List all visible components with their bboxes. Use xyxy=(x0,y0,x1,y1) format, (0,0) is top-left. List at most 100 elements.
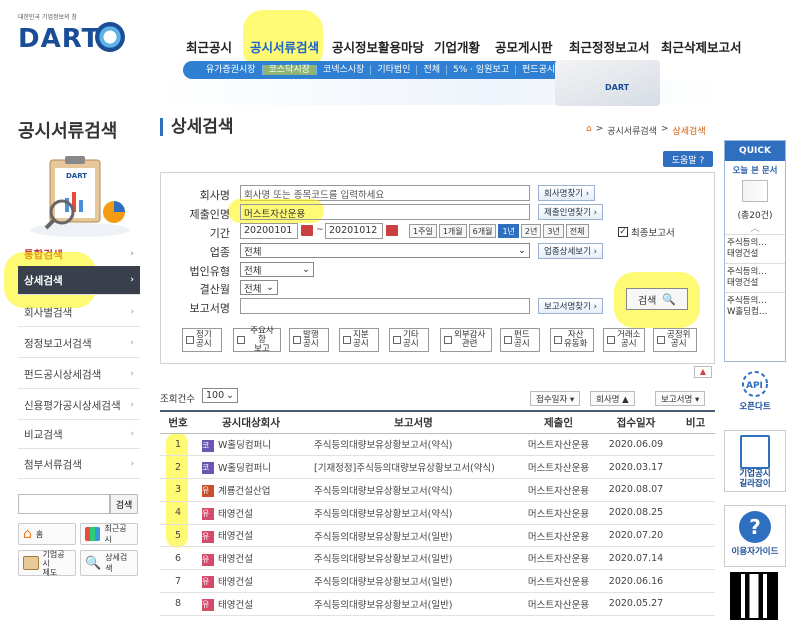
open-dart-link[interactable]: API 오픈다트 xyxy=(724,368,786,422)
period-3year-button[interactable]: 3년 xyxy=(543,224,564,238)
calendar-icon[interactable] xyxy=(301,225,313,236)
fiscal-month-select[interactable]: 전체 ⌄ xyxy=(240,280,278,295)
report-link[interactable]: 주식등의대량보유상황보고서(약식) xyxy=(306,433,521,457)
sidebar-search-button[interactable]: 검색 xyxy=(110,494,138,514)
report-link[interactable]: 주식등의대량보유상황보고서(일반) xyxy=(306,546,521,571)
period-1week-button[interactable]: 1주일 xyxy=(409,224,437,238)
sort-by-company-button[interactable]: 회사명 ▲ xyxy=(590,391,635,406)
category-equity[interactable]: 지분 공시 xyxy=(339,328,379,352)
company-find-button[interactable]: 회사명찾기 › xyxy=(538,185,596,201)
nav-disclosure-search[interactable]: 공시서류검색 xyxy=(250,37,319,56)
row-company[interactable]: 유 계룡건설산업 xyxy=(196,478,306,502)
period-1month-button[interactable]: 1개월 xyxy=(438,224,467,238)
category-ftc[interactable]: 공정위 공시 xyxy=(653,328,697,352)
breadcrumb-item[interactable]: 공시서류검색 xyxy=(607,124,657,137)
nav-data-use[interactable]: 공시정보활용마당 xyxy=(332,37,424,56)
calendar-icon[interactable] xyxy=(386,225,398,236)
user-guide-link[interactable]: ? 이용자가이드 xyxy=(724,505,786,567)
sidebar-item-credit-search[interactable]: 신용평가공시상세검색 › xyxy=(18,391,140,420)
table-row[interactable]: 3 유 계룡건설산업 주식등의대량보유상황보고서(약식) 머스트자산운용 2020.08.… xyxy=(160,478,715,502)
row-company[interactable]: 유 태영건설 xyxy=(196,546,306,571)
disclosure-system-button[interactable]: 기업공시 제도 xyxy=(18,550,76,577)
qr-code[interactable] xyxy=(730,572,778,620)
report-link[interactable]: 주식등의대량보유상황보고서(일반) xyxy=(306,592,521,616)
company-link[interactable]: 계룡건설산업 xyxy=(218,486,270,497)
table-row[interactable]: 5 유 태영건설 주식등의대량보유상황보고서(일반) 머스트자산운용 2020.07.20 xyxy=(160,524,715,548)
subnav-other-corp[interactable]: 기타법인 xyxy=(371,65,418,75)
category-other[interactable]: 기타 공시 xyxy=(389,328,429,352)
subnav-kosdaq[interactable]: 코스닥시장 xyxy=(262,65,317,75)
nav-recent[interactable]: 최근공시 xyxy=(186,37,232,56)
company-link[interactable]: 태영건설 xyxy=(218,600,253,611)
table-row[interactable]: 8 유 태영건설 주식등의대량보유상황보고서(일반) 머스트자산운용 2020.05.27 xyxy=(160,592,715,616)
report-link[interactable]: 주식등의대량보유상황보고서(일반) xyxy=(306,569,521,594)
period-2year-button[interactable]: 2년 xyxy=(520,224,542,238)
row-company[interactable]: 유 태영건설 xyxy=(196,592,306,616)
category-securitization[interactable]: 자산 유동화 xyxy=(550,328,594,352)
category-major[interactable]: 주요사항 보고 xyxy=(233,326,281,353)
report-name-input[interactable] xyxy=(240,298,530,314)
recent-disclosure-button[interactable]: 최근공시 xyxy=(80,523,138,545)
industry-select[interactable]: 전체 ⌄ xyxy=(240,243,530,258)
period-all-button[interactable]: 전체 xyxy=(565,224,589,238)
nav-deleted-reports[interactable]: 최근삭제보고서 xyxy=(661,37,742,56)
submitter-input[interactable]: 머스트자산운용 xyxy=(240,204,530,220)
sidebar-item-compare-search[interactable]: 비교검색 › xyxy=(18,420,140,449)
row-company[interactable]: 코 W홀딩컴퍼니 xyxy=(196,455,306,480)
nav-corrected-reports[interactable]: 최근정정보고서 xyxy=(569,37,650,56)
company-link[interactable]: 태영건설 xyxy=(218,509,253,520)
result-count-select[interactable]: 100 ⌄ xyxy=(202,388,238,403)
report-name-find-button[interactable]: 보고서명찾기 › xyxy=(538,298,604,314)
industry-detail-button[interactable]: 업종상세보기 › xyxy=(538,243,604,259)
company-link[interactable]: 태영건설 xyxy=(218,577,253,588)
company-link[interactable]: W홀딩컴퍼니 xyxy=(218,463,271,474)
sort-by-date-button[interactable]: 접수일자 ▾ xyxy=(530,391,581,406)
final-report-checkbox[interactable]: ✓ 최종보고서 xyxy=(618,225,675,239)
period-1year-button[interactable]: 1년 xyxy=(498,224,519,238)
category-audit[interactable]: 외부감사 관련 xyxy=(440,328,492,352)
report-link[interactable]: 주식등의대량보유상황보고서(약식) xyxy=(306,501,521,525)
collapse-form-button[interactable]: ▲ xyxy=(694,366,712,378)
recent-doc-item[interactable]: 주식등의… 태영건설 xyxy=(725,234,785,263)
report-link[interactable]: [기재정정]주식등의대량보유상황보고서(약식) xyxy=(306,455,521,480)
disclosure-guide-link[interactable]: 기업공시 길라잡이 xyxy=(724,430,786,492)
row-company[interactable]: 유 태영건설 xyxy=(196,524,306,548)
col-report[interactable]: 보고서명 xyxy=(306,410,521,434)
table-row[interactable]: 7 유 태영건설 주식등의대량보유상황보고서(일반) 머스트자산운용 2020.06.16 xyxy=(160,569,715,594)
home-button[interactable]: ⌂ 홈 xyxy=(18,523,76,545)
report-link[interactable]: 주식등의대량보유상황보고서(약식) xyxy=(306,478,521,502)
help-button[interactable]: 도움말 ? xyxy=(663,151,713,167)
sidebar-search-input[interactable] xyxy=(18,494,110,514)
row-company[interactable]: 코 W홀딩컴퍼니 xyxy=(196,433,306,457)
subnav-konex[interactable]: 코넥스시장 xyxy=(317,65,372,75)
company-link[interactable]: 태영건설 xyxy=(218,531,253,542)
table-row[interactable]: 6 유 태영건설 주식등의대량보유상황보고서(일반) 머스트자산운용 2020.07.14 xyxy=(160,546,715,571)
subnav-5pct[interactable]: 5% · 임원보고 xyxy=(447,65,517,75)
chevron-up-icon[interactable]: ︿ xyxy=(725,221,785,234)
nav-company-overview[interactable]: 기업개황 xyxy=(434,37,480,56)
category-fund[interactable]: 펀드 공시 xyxy=(500,328,540,352)
recent-doc-item[interactable]: 주식등의… 태영건설 xyxy=(725,263,785,292)
table-row[interactable]: 1 코 W홀딩컴퍼니 주식등의대량보유상황보고서(약식) 머스트자산운용 2020.06.… xyxy=(160,433,715,457)
corp-type-select[interactable]: 전체 ⌄ xyxy=(240,262,314,277)
sidebar-item-company-search[interactable]: 회사별검색 › xyxy=(18,298,140,327)
nav-offering-board[interactable]: 공모게시판 xyxy=(495,37,553,56)
table-row[interactable]: 2 코 W홀딩컴퍼니 [기재정정]주식등의대량보유상황보고서(약식) 머스트자산운용 20… xyxy=(160,455,715,480)
col-company[interactable]: 공시대상회사 xyxy=(196,410,306,434)
period-to-input[interactable]: 20201012 xyxy=(325,223,383,239)
recent-doc-item[interactable]: 주식등의… W홀딩컴… xyxy=(725,292,785,321)
category-issuance[interactable]: 발행 공시 xyxy=(289,328,329,352)
period-from-input[interactable]: 20200101 xyxy=(240,223,298,239)
sidebar-item-detail-search[interactable]: 상세검색 › xyxy=(18,266,140,295)
subnav-all[interactable]: 전체 xyxy=(417,65,448,75)
sidebar-item-attachment-search[interactable]: 첨부서류검색 › xyxy=(18,450,140,479)
period-6month-button[interactable]: 6개월 xyxy=(468,224,497,238)
sort-by-report-button[interactable]: 보고서명 ▾ xyxy=(655,391,706,406)
col-date[interactable]: 접수일자 xyxy=(596,410,676,434)
sidebar-item-corrected-search[interactable]: 정정보고서검색 › xyxy=(18,329,140,358)
col-submitter[interactable]: 제출인 xyxy=(521,410,596,434)
detail-search-shortcut-button[interactable]: 🔍 상세검색 xyxy=(80,550,138,576)
sidebar-item-fund-search[interactable]: 펀드공시상세검색 › xyxy=(18,360,140,389)
report-link[interactable]: 주식등의대량보유상황보고서(일반) xyxy=(306,524,521,548)
company-link[interactable]: W홀딩컴퍼니 xyxy=(218,440,271,451)
